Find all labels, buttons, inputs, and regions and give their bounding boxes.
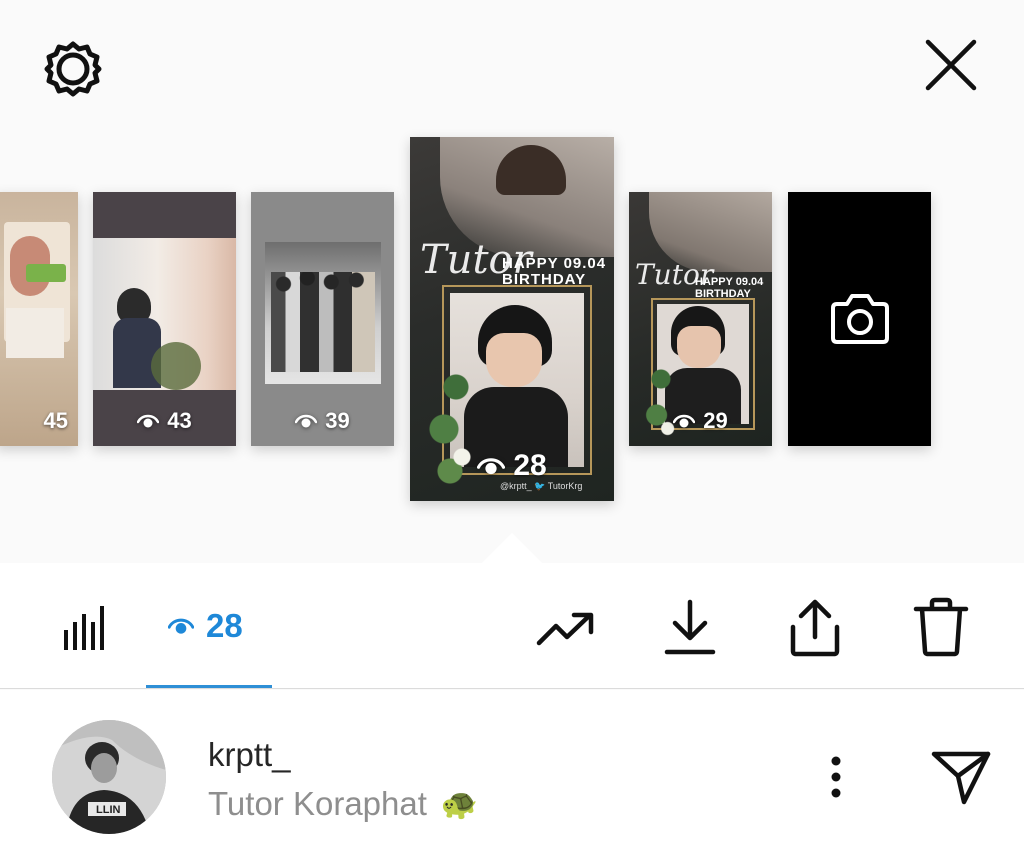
more-options-button[interactable] [816, 752, 856, 802]
insights-button[interactable] [56, 599, 112, 655]
story-view-count: 39 [251, 408, 394, 434]
avatar[interactable]: LLIN [52, 720, 166, 834]
story-overlay-subtitle: BIRTHDAY [695, 288, 751, 300]
story-thumbnail[interactable]: 45 [0, 192, 78, 446]
eye-icon [137, 414, 160, 428]
story-action-bar: 28 [0, 563, 1024, 689]
active-tab-indicator [146, 685, 272, 688]
trending-up-icon [536, 612, 594, 646]
viewers-count: 28 [206, 607, 243, 644]
viewer-username[interactable]: krptt_ [208, 736, 291, 774]
viewer-list-item[interactable]: LLIN krptt_ Tutor Koraphat 🐢 [0, 690, 1024, 866]
story-thumbnail[interactable]: 43 [93, 192, 236, 446]
promote-button[interactable] [534, 601, 598, 657]
camera-icon [830, 294, 889, 344]
viewers-tab[interactable]: 28 [168, 607, 243, 645]
viewer-full-name: Tutor Koraphat 🐢 [208, 785, 479, 822]
story-view-count: 45 [43, 408, 68, 433]
story-view-count: 43 [93, 408, 236, 434]
turtle-emoji: 🐢 [440, 787, 479, 821]
avatar-photo: LLIN [52, 720, 166, 834]
bar-chart-icon [64, 606, 104, 650]
story-thumbnail[interactable]: 39 [251, 192, 394, 446]
trash-icon [913, 597, 969, 657]
story-overlay-title: HAPPY 09.04 [502, 255, 607, 272]
story-strip: 45 43 39 Tutor HAPPY 09.04 BIRTHDAY @krp… [0, 0, 1024, 563]
download-icon [664, 599, 716, 655]
send-message-button[interactable] [928, 746, 994, 808]
share-button[interactable] [786, 595, 844, 659]
story-view-count: 28 [410, 449, 614, 483]
story-overlay-title: HAPPY 09.04 [695, 276, 764, 288]
delete-button[interactable] [910, 595, 972, 659]
send-icon [931, 751, 991, 805]
svg-text:LLIN: LLIN [96, 804, 120, 816]
eye-icon [477, 458, 506, 475]
more-vertical-icon [831, 756, 841, 798]
eye-icon [673, 414, 696, 428]
story-thumbnail[interactable]: Tutor HAPPY 09.04 BIRTHDAY 29 [629, 192, 772, 446]
selected-story-pointer [482, 533, 542, 563]
add-story-camera-tile[interactable] [788, 192, 931, 446]
eye-icon [295, 414, 318, 428]
story-overlay-subtitle: BIRTHDAY [502, 271, 587, 288]
share-icon [790, 599, 840, 657]
story-thumbnail-selected[interactable]: Tutor HAPPY 09.04 BIRTHDAY @krptt_ 🐦 Tut… [410, 137, 614, 501]
eye-icon [168, 618, 194, 634]
story-view-count: 29 [629, 408, 772, 434]
download-button[interactable] [662, 597, 718, 657]
